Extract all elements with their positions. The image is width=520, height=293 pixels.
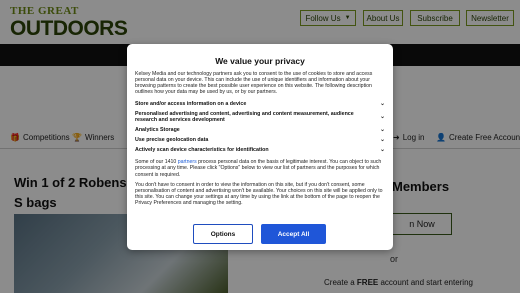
purpose-label: Actively scan device characteristics for… <box>135 147 269 154</box>
purpose-item[interactable]: Actively scan device characteristics for… <box>135 145 385 155</box>
partners-prefix: Some of our 1410 <box>135 159 178 166</box>
privacy-consent-dialog: We value your privacy Kelsey Media and o… <box>127 44 393 250</box>
consent-intro-text: Kelsey Media and our technology partners… <box>135 71 373 96</box>
purpose-label: Use precise geolocation data <box>135 137 209 144</box>
purpose-label: Store and/or access information on a dev… <box>135 101 247 108</box>
purpose-label: Personalised advertising and content, ad… <box>135 111 354 124</box>
partners-link[interactable]: partners <box>178 159 197 165</box>
purpose-label: Analytics Storage <box>135 127 180 134</box>
purpose-item[interactable]: Use precise geolocation data ⌄ <box>135 135 385 145</box>
no-consent-note: You don't have to consent in order to vi… <box>135 181 383 206</box>
chevron-down-icon: ⌄ <box>379 101 385 108</box>
chevron-down-icon: ⌄ <box>379 114 385 121</box>
purpose-item[interactable]: Analytics Storage ⌄ <box>135 125 385 135</box>
dialog-buttons: Options Accept All <box>127 224 393 244</box>
purpose-item[interactable]: Store and/or access information on a dev… <box>135 99 385 109</box>
partners-note: Some of our 1410 partners process person… <box>135 159 385 177</box>
chevron-down-icon: ⌄ <box>379 147 385 154</box>
purpose-list: Store and/or access information on a dev… <box>135 99 385 155</box>
chevron-down-icon: ⌄ <box>379 137 385 144</box>
dialog-title: We value your privacy <box>215 56 305 66</box>
accept-all-button[interactable]: Accept All <box>261 224 326 244</box>
chevron-down-icon: ⌄ <box>379 127 385 134</box>
options-button[interactable]: Options <box>193 224 253 244</box>
purpose-item[interactable]: Personalised advertising and content, ad… <box>135 109 385 125</box>
